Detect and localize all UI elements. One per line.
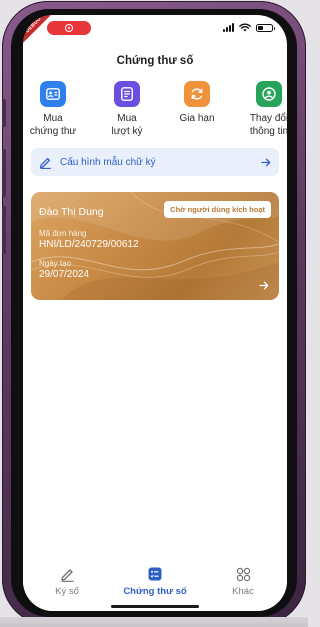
signature-template-config-button[interactable]: Cấu hình mẫu chữ ký bbox=[31, 148, 279, 176]
renew-button[interactable]: Gia hạn bbox=[167, 81, 227, 126]
status-badge: Chờ người dùng kích hoạt bbox=[164, 201, 271, 218]
document-list-icon bbox=[114, 81, 140, 107]
pen-icon bbox=[60, 568, 73, 582]
mute-switch bbox=[2, 99, 6, 127]
action-label-line1: Thay đổi bbox=[249, 113, 287, 124]
app-screen: DEBUG Chứng thư số Mua chứng thư Mua lượ… bbox=[23, 15, 287, 611]
record-icon bbox=[65, 24, 73, 32]
tab-sign[interactable]: Ký số bbox=[27, 565, 107, 597]
renew-icon bbox=[184, 81, 210, 107]
tab-other[interactable]: Khác bbox=[203, 565, 283, 597]
page-title: Chứng thư số bbox=[116, 55, 194, 67]
arrow-right-icon bbox=[261, 158, 271, 166]
screen-recording-indicator[interactable] bbox=[47, 21, 91, 35]
bottom-tab-bar: Ký số Chứng thư số Khác bbox=[23, 559, 287, 611]
home-indicator[interactable] bbox=[111, 605, 199, 608]
id-card-icon bbox=[40, 81, 66, 107]
tab-label: Chứng thư số bbox=[123, 586, 187, 597]
cellular-signal-icon bbox=[223, 23, 234, 32]
action-label-line2: thông tin bbox=[249, 125, 287, 137]
action-label-line1: Mua bbox=[117, 113, 137, 124]
action-label-line2: lượt ký bbox=[111, 125, 143, 137]
volume-up-button bbox=[2, 149, 6, 197]
order-label: Mã đơn hàng bbox=[39, 229, 87, 238]
holder-name: Đào Thị Dung bbox=[39, 206, 104, 218]
date-label: Ngày tạo bbox=[39, 259, 72, 268]
tab-label: Ký số bbox=[55, 586, 79, 597]
buy-signatures-button[interactable]: Mua lượt ký bbox=[97, 81, 157, 138]
user-circle-icon bbox=[256, 81, 282, 107]
tab-label: Khác bbox=[232, 586, 254, 597]
buy-certificate-button[interactable]: Mua chứng thư bbox=[23, 81, 83, 138]
status-bar: DEBUG bbox=[23, 15, 287, 47]
action-label-line1: Gia hạn bbox=[179, 113, 215, 124]
config-label: Cấu hình mẫu chữ ký bbox=[60, 156, 156, 168]
arrow-right-icon bbox=[259, 281, 269, 290]
action-label-line2: chứng thư bbox=[29, 125, 77, 137]
certificate-icon bbox=[148, 567, 162, 581]
grid-icon bbox=[236, 567, 250, 581]
quick-actions: Mua chứng thư Mua lượt ký Gia hạn Thay đ… bbox=[23, 81, 287, 141]
change-info-button[interactable]: Thay đổi thông tin bbox=[239, 81, 287, 138]
bottom-shadow bbox=[0, 617, 308, 627]
pencil-icon bbox=[39, 157, 51, 169]
volume-down-button bbox=[2, 206, 6, 254]
certificate-card[interactable]: Đào Thị Dung Chờ người dùng kích hoạt Mã… bbox=[31, 192, 279, 300]
battery-icon bbox=[256, 23, 275, 32]
date-value: 29/07/2024 bbox=[39, 269, 90, 280]
order-value: HNI/LD/240729/00612 bbox=[39, 239, 139, 250]
action-label-line1: Mua bbox=[43, 113, 63, 124]
tab-certificate[interactable]: Chứng thư số bbox=[115, 565, 195, 597]
status-icons bbox=[223, 23, 275, 32]
wifi-icon bbox=[239, 23, 251, 32]
